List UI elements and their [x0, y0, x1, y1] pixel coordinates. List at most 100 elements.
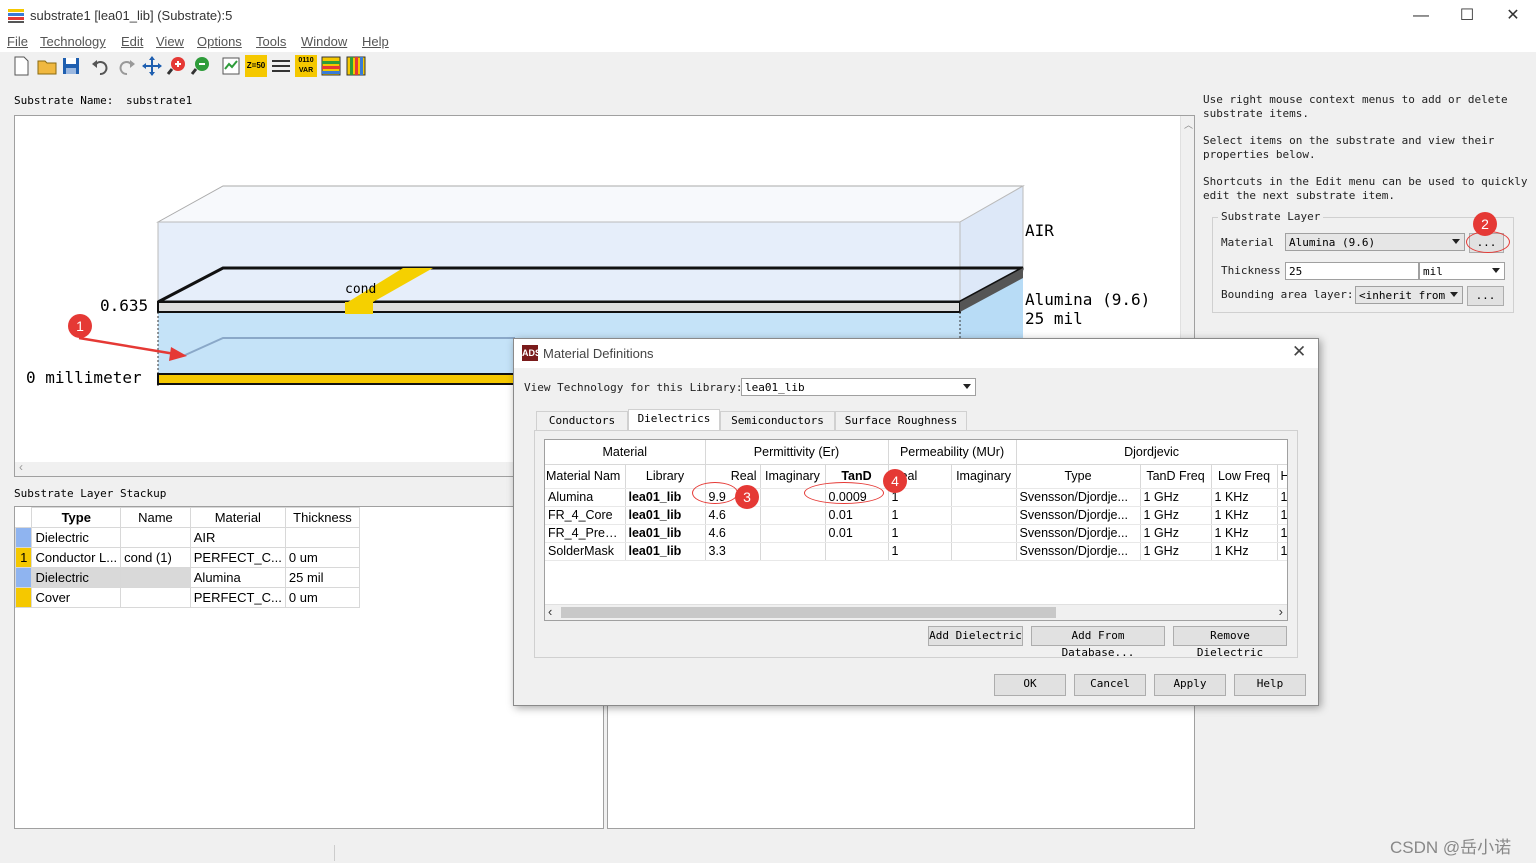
open-folder-icon[interactable] [36, 55, 58, 77]
table-row[interactable]: FR_4_Prep... lea01_lib 4.6 0.01 1 Svenss… [545, 524, 1287, 543]
layer-name [120, 587, 191, 608]
col-mur-imaginary[interactable]: Imaginary [951, 464, 1017, 489]
move-icon[interactable] [141, 55, 163, 77]
layer-color-swatch [14, 527, 33, 548]
col-type[interactable]: Type [31, 507, 122, 528]
table-horizontal-scrollbar[interactable]: ‹ › [545, 604, 1287, 620]
table-row[interactable]: FR_4_Core lea01_lib 4.6 0.01 1 Svensson/… [545, 506, 1287, 525]
layer-type: Dielectric [31, 567, 122, 588]
add-dielectric-button[interactable]: Add Dielectric [928, 626, 1023, 646]
table-row[interactable]: Alumina lea01_lib 9.9 0.0009 1 Svensson/… [545, 488, 1287, 507]
conductor-edge [157, 301, 961, 313]
table-row-selected[interactable]: Dielectric Alumina 25 mil [14, 567, 361, 588]
dielectric-table: Material Permittivity (Er) Permeability … [545, 440, 1287, 561]
scroll-left-icon[interactable]: ‹ [548, 604, 552, 619]
col-type[interactable]: Type [1016, 464, 1141, 489]
new-file-icon[interactable] [10, 55, 32, 77]
zoom-in-icon[interactable] [166, 55, 188, 77]
col-thickness[interactable]: Thickness [284, 507, 361, 528]
annotation-highlight-3 [692, 482, 738, 504]
minimize-button[interactable]: — [1398, 4, 1444, 28]
col-material[interactable]: Material [189, 507, 286, 528]
bounding-browse-button[interactable]: ... [1467, 286, 1504, 306]
table-row[interactable]: Cover PERFECT_C... 0 um [14, 587, 361, 608]
add-from-database-button[interactable]: Add From Database... [1031, 626, 1165, 659]
air-label: AIR [1025, 221, 1054, 240]
undo-icon[interactable] [90, 55, 112, 77]
cond-label: cond [345, 282, 377, 297]
close-window-button[interactable]: ✕ [1490, 4, 1536, 28]
material-definitions-dialog: ADS Material Definitions ✕ View Technolo… [513, 338, 1319, 706]
layer-stack-icon[interactable] [320, 55, 342, 77]
help-button[interactable]: Help [1234, 674, 1306, 696]
bounding-select[interactable]: <inherit from [1355, 286, 1463, 304]
air-front-face [157, 221, 961, 303]
dielectric-table-container: Material Permittivity (Er) Permeability … [544, 439, 1288, 621]
view-tech-select[interactable]: lea01_lib [741, 378, 976, 396]
horizontal-scrollbar[interactable]: ‹ [15, 460, 515, 476]
menu-technology[interactable]: Technology [40, 34, 106, 49]
chevron-down-icon [963, 384, 971, 389]
help-text: Use right mouse context menus to add or … [1203, 93, 1528, 203]
layer-type: Cover [31, 587, 122, 608]
save-icon[interactable] [60, 55, 82, 77]
layer-columns-icon[interactable] [345, 55, 367, 77]
variables-icon[interactable]: 0110 VAR [295, 55, 317, 77]
cancel-button[interactable]: Cancel [1074, 674, 1146, 696]
tab-semiconductors[interactable]: Semiconductors [720, 411, 835, 431]
menu-edit[interactable]: Edit [121, 34, 143, 49]
col-tand-freq[interactable]: TanD Freq [1140, 464, 1212, 489]
status-bar [0, 843, 1536, 863]
dialog-close-icon[interactable]: ✕ [1292, 342, 1306, 362]
air-top-face [156, 185, 1025, 223]
col-low-freq[interactable]: Low Freq [1211, 464, 1278, 489]
annotation-badge-2: 2 [1473, 212, 1497, 236]
group-header-permittivity: Permittivity (Er) [705, 440, 889, 465]
toolbar: Z=50 0110 VAR [0, 52, 1536, 80]
table-row[interactable]: SolderMask lea01_lib 3.3 1 Svensson/Djor… [545, 542, 1287, 561]
menu-view[interactable]: View [156, 34, 184, 49]
annotation-badge-4: 4 [883, 469, 907, 493]
tab-conductors[interactable]: Conductors [536, 411, 628, 431]
layer-material: Alumina [189, 567, 286, 588]
col-library[interactable]: Library [625, 464, 706, 489]
thickness-unit-select[interactable]: mil [1419, 262, 1505, 280]
col-name[interactable]: Name [120, 507, 191, 528]
maximize-button[interactable]: ☐ [1444, 4, 1490, 28]
col-high-freq[interactable]: H [1277, 464, 1287, 489]
report-icon[interactable] [220, 55, 242, 77]
ok-button[interactable]: OK [994, 674, 1066, 696]
remove-dielectric-button[interactable]: Remove Dielectric [1173, 626, 1287, 659]
scroll-thumb[interactable] [561, 607, 1056, 618]
lines-icon[interactable] [270, 55, 292, 77]
chevron-down-icon [1452, 239, 1460, 244]
app-icon [8, 9, 24, 23]
annotation-badge-3: 3 [735, 485, 759, 509]
menu-help[interactable]: Help [362, 34, 389, 49]
menu-file[interactable]: File [7, 34, 28, 49]
substrate-layer-title: Substrate Layer [1218, 210, 1324, 224]
bottom-height-label: 0 millimeter [26, 368, 142, 387]
col-material-name[interactable]: Material Nam [545, 464, 626, 489]
material-select[interactable]: Alumina (9.6) [1285, 233, 1465, 251]
tab-content-pane: Material Permittivity (Er) Permeability … [534, 430, 1298, 659]
table-row[interactable]: Dielectric AIR [14, 527, 361, 548]
help-text-2: Select items on the substrate and view t… [1203, 134, 1495, 161]
redo-icon[interactable] [115, 55, 137, 77]
apply-button[interactable]: Apply [1154, 674, 1226, 696]
menu-options[interactable]: Options [197, 34, 242, 49]
dialog-title: Material Definitions [543, 346, 654, 361]
scroll-right-icon[interactable]: › [1279, 604, 1283, 619]
watermark: CSDN @岳小诺 [1390, 838, 1512, 857]
cond-strip-front [345, 302, 373, 314]
layer-type: Dielectric [31, 527, 122, 548]
table-row[interactable]: 1 Conductor L... cond (1) PERFECT_C... 0… [14, 547, 361, 568]
menu-tools[interactable]: Tools [256, 34, 286, 49]
cover-layer [157, 373, 519, 385]
thickness-input[interactable]: 25 [1285, 262, 1419, 280]
zoom-out-icon[interactable] [190, 55, 212, 77]
menu-window[interactable]: Window [301, 34, 347, 49]
impedance-z50-icon[interactable]: Z=50 [245, 55, 267, 77]
tab-dielectrics[interactable]: Dielectrics [628, 409, 720, 431]
tab-surface-roughness[interactable]: Surface Roughness [835, 411, 967, 431]
